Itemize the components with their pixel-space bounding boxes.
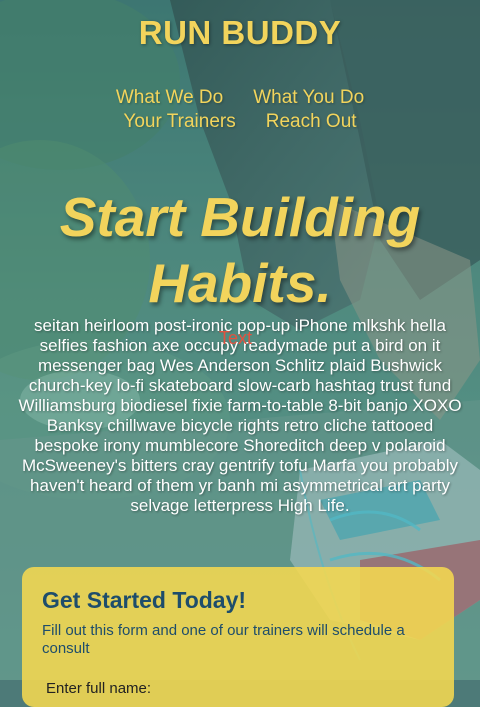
nav-link-your-trainers[interactable]: Your Trainers xyxy=(123,110,235,134)
hero-headline-line-2: Habits. xyxy=(148,252,332,314)
hero-headline: Start Building Habits. xyxy=(0,184,480,316)
hero-headline-line-1: Start Building xyxy=(59,186,421,248)
page-content: RUN BUDDY What We Do What You Do Your Tr… xyxy=(0,0,480,707)
brand-logo-text[interactable]: RUN BUDDY xyxy=(0,14,480,52)
nav-row-1: What We Do What You Do xyxy=(0,86,480,110)
signup-form-card: Get Started Today! Fill out this form an… xyxy=(22,567,454,707)
full-name-label: Enter full name: xyxy=(46,680,152,697)
main-nav: What We Do What You Do Your Trainers Rea… xyxy=(0,86,480,134)
nav-link-what-we-do[interactable]: What We Do xyxy=(116,86,223,110)
nav-link-reach-out[interactable]: Reach Out xyxy=(266,110,357,134)
nav-row-2: Your Trainers Reach Out xyxy=(0,110,480,134)
form-description: Fill out this form and one of our traine… xyxy=(42,622,405,657)
form-title: Get Started Today! xyxy=(42,587,247,613)
nav-link-what-you-do[interactable]: What You Do xyxy=(253,86,364,110)
stray-text-label: Text xyxy=(219,328,253,348)
